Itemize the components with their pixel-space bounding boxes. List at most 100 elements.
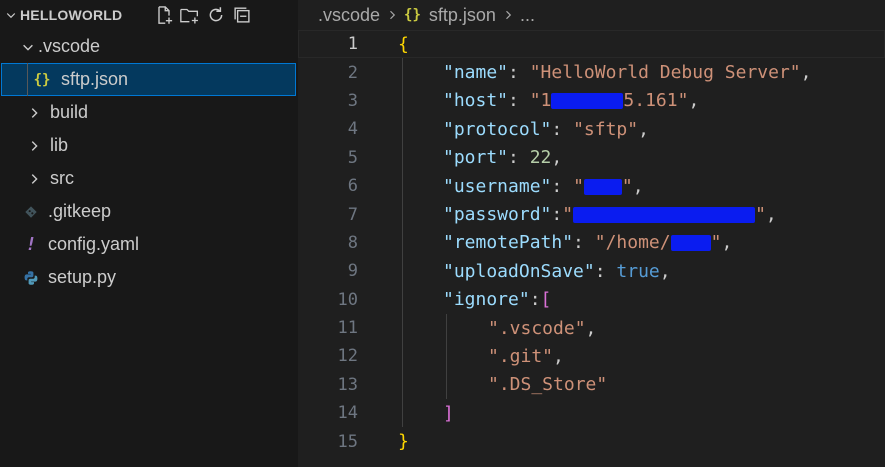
chevron-down-icon[interactable]	[4, 8, 18, 22]
json-key: "name"	[443, 62, 509, 84]
code-text: "username": " ",	[443, 175, 644, 197]
json-string: "HelloWorld Debug Server"	[529, 62, 801, 84]
code-text: "host": "1 5.161",	[443, 90, 700, 112]
breadcrumb: .vscode {} sftp.json ...	[298, 0, 885, 30]
code-text: "port": 22,	[443, 147, 563, 169]
redaction-mark	[551, 93, 624, 110]
collapse-all-icon[interactable]	[230, 3, 254, 27]
code-text: ".git",	[488, 345, 564, 367]
json-string: "sftp"	[573, 118, 639, 140]
line-number: 15	[337, 431, 358, 452]
chevron-down-icon[interactable]	[20, 39, 36, 55]
json-key: "ignore"	[443, 289, 530, 311]
tree-item-setup-py[interactable]: setup.py	[0, 261, 298, 294]
indent-guide	[446, 342, 447, 371]
line-number: 1	[347, 34, 358, 55]
tree-item-build-folder[interactable]: build	[0, 96, 298, 129]
line-number: 7	[347, 204, 358, 225]
code-line[interactable]: 14 ]	[298, 399, 885, 428]
code-line[interactable]: 2 "name": "HelloWorld Debug Server",	[298, 58, 885, 87]
tree-item-sftp-json[interactable]: {} sftp.json	[1, 63, 296, 96]
tree-item-config-yaml[interactable]: ! config.yaml	[0, 228, 298, 261]
close-bracket: ]	[443, 402, 454, 424]
line-number: 2	[347, 62, 358, 83]
redaction-mark	[583, 178, 622, 195]
code-editor[interactable]: 1 { 2 "name": "HelloWorld Debug Server",…	[298, 30, 885, 456]
json-string: 5.161"	[623, 90, 689, 112]
new-folder-icon[interactable]	[178, 3, 202, 27]
code-line[interactable]: 10 "ignore":[	[298, 285, 885, 314]
json-string: ".DS_Store"	[488, 374, 608, 396]
git-diamond-icon	[22, 203, 40, 221]
code-line[interactable]: 9 "uploadOnSave": true,	[298, 257, 885, 286]
indent-guide	[27, 63, 28, 96]
json-string: "/home/	[594, 232, 671, 254]
explorer-header[interactable]: HELLOWORLD	[0, 0, 298, 30]
line-number: 5	[347, 147, 358, 168]
refresh-icon[interactable]	[204, 3, 228, 27]
python-file-icon	[22, 269, 40, 287]
code-line[interactable]: 7 "password":" ",	[298, 200, 885, 229]
chevron-right-icon	[502, 9, 514, 21]
indent-guide	[402, 228, 403, 258]
chevron-right-icon[interactable]	[26, 171, 42, 187]
redaction-mark	[670, 235, 711, 252]
file-tree: .vscode {} sftp.json build lib src .gitk…	[0, 30, 298, 294]
breadcrumb-file[interactable]: sftp.json	[429, 5, 496, 26]
tree-item-label: config.yaml	[48, 234, 140, 254]
json-string: "	[562, 204, 574, 226]
code-line[interactable]: 6 "username": " ",	[298, 171, 885, 201]
code-line[interactable]: 11 ".vscode",	[298, 313, 885, 343]
line-number: 3	[347, 90, 358, 111]
tree-item-label: lib	[50, 135, 69, 155]
chevron-right-icon[interactable]	[26, 138, 42, 154]
vscode-window: HELLOWORLD .vscode {} sftp.json build li…	[0, 0, 885, 467]
indent-guide	[402, 342, 403, 371]
code-line[interactable]: 5 "port": 22,	[298, 143, 885, 172]
tree-item-label: setup.py	[48, 267, 117, 287]
explorer-sidebar: HELLOWORLD .vscode {} sftp.json build li…	[0, 0, 298, 467]
indent-guide	[402, 200, 403, 229]
new-file-icon[interactable]	[152, 3, 176, 27]
line-number: 13	[337, 374, 358, 395]
tree-item-src-folder[interactable]: src	[0, 162, 298, 195]
code-text: }	[398, 431, 409, 452]
breadcrumb-folder[interactable]: .vscode	[318, 5, 380, 26]
code-line[interactable]: 3 "host": "1 5.161",	[298, 86, 885, 116]
tree-item-gitkeep[interactable]: .gitkeep	[0, 195, 298, 228]
line-number: 8	[347, 232, 358, 253]
tree-item-lib-folder[interactable]: lib	[0, 129, 298, 162]
code-text: ]	[443, 403, 454, 424]
code-text: "ignore":[	[443, 289, 552, 311]
code-line[interactable]: 1 {	[298, 30, 885, 59]
tree-item-label: .gitkeep	[48, 201, 112, 221]
chevron-right-icon[interactable]	[26, 105, 42, 121]
code-line[interactable]: 15 }	[298, 427, 885, 455]
code-line[interactable]: 4 "protocol": "sftp",	[298, 115, 885, 144]
chevron-right-icon	[386, 9, 398, 21]
json-key: "uploadOnSave"	[443, 260, 595, 282]
code-line[interactable]: 13 ".DS_Store"	[298, 370, 885, 400]
indent-guide	[402, 257, 403, 286]
explorer-actions	[152, 3, 256, 27]
tree-item-label: src	[50, 168, 74, 188]
workspace-title: HELLOWORLD	[20, 7, 123, 23]
line-number: 12	[337, 346, 358, 367]
code-text: ".DS_Store"	[488, 374, 607, 395]
json-string: "	[621, 175, 633, 197]
code-text: "protocol": "sftp",	[443, 118, 649, 140]
json-key: "password"	[443, 204, 552, 226]
tree-item-vscode-folder[interactable]: .vscode	[0, 30, 298, 63]
open-brace: {	[398, 33, 409, 55]
indent-guide	[446, 313, 447, 343]
json-key: "remotePath"	[443, 232, 574, 254]
indent-guide	[402, 143, 403, 172]
code-text: {	[398, 34, 409, 55]
breadcrumb-symbols[interactable]: ...	[520, 5, 535, 26]
json-file-icon: {}	[33, 71, 51, 88]
line-number: 14	[337, 403, 358, 424]
code-line[interactable]: 8 "remotePath": "/home/",	[298, 228, 885, 258]
json-file-icon: {}	[404, 7, 421, 23]
indent-guide	[402, 115, 403, 144]
code-line[interactable]: 12 ".git",	[298, 342, 885, 371]
